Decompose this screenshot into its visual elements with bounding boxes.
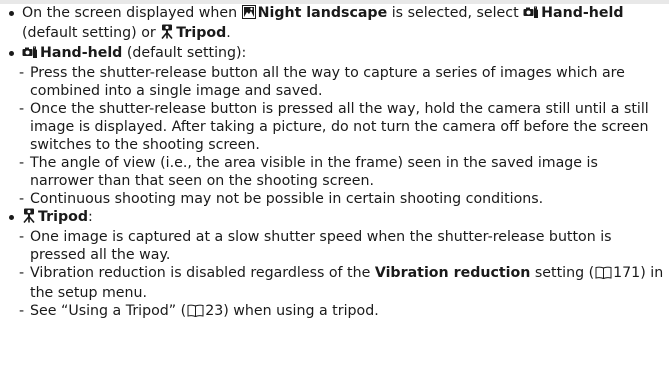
tripod-item: Vibration reduction is disabled regardle… [9, 264, 665, 302]
hand-held-heading-suffix: (default setting): [122, 45, 247, 61]
tripod-heading-suffix: : [88, 209, 93, 225]
bullet-intro: On the screen displayed when Night lands… [9, 4, 665, 44]
bullet-hand-held: Hand-held (default setting): [9, 44, 665, 64]
tripod-icon [22, 208, 36, 228]
tripod-item3-text-b: ) when using a tripod. [223, 303, 379, 319]
hand-held-item: The angle of view (i.e., the area visibl… [9, 154, 665, 190]
page-ref-171[interactable]: 171 [613, 265, 640, 281]
hand-held-item: Once the shutter-release button is press… [9, 100, 665, 154]
book-reference-icon [187, 304, 204, 322]
tripod-icon [160, 24, 174, 44]
hand-held-item: Press the shutter-release button all the… [9, 64, 665, 100]
tripod-item: See “Using a Tripod” ( 23) when using a t… [9, 302, 665, 322]
night-landscape-icon [241, 5, 256, 24]
hand-held-label: Hand-held [541, 5, 624, 21]
hand-held-heading: Hand-held [40, 45, 123, 61]
bullet-tripod: Tripod: [9, 208, 665, 228]
tripod-item: One image is captured at a slow shutter … [9, 228, 665, 264]
instruction-list: On the screen displayed when Night lands… [9, 4, 665, 322]
hand-held-icon [523, 5, 539, 24]
hand-held-icon [22, 45, 38, 64]
night-landscape-label: Night landscape [257, 5, 388, 21]
tripod-heading: Tripod [38, 209, 89, 225]
intro-text-1: On the screen displayed when [22, 5, 242, 21]
tripod-label: Tripod [176, 25, 227, 41]
book-reference-icon [595, 266, 612, 284]
page-ref-23[interactable]: 23 [205, 303, 223, 319]
intro-text-4: . [226, 25, 231, 41]
tripod-item2-text-a: Vibration reduction is disabled regardle… [30, 265, 375, 281]
intro-text-2: is selected, select [387, 5, 524, 21]
intro-text-3: (default setting) or [22, 25, 161, 41]
tripod-item2-text-b: setting ( [530, 265, 595, 281]
vibration-reduction-label: Vibration reduction [374, 265, 531, 281]
tripod-item3-text-a: See “Using a Tripod” ( [30, 303, 187, 319]
hand-held-item: Continuous shooting may not be possible … [9, 190, 665, 208]
